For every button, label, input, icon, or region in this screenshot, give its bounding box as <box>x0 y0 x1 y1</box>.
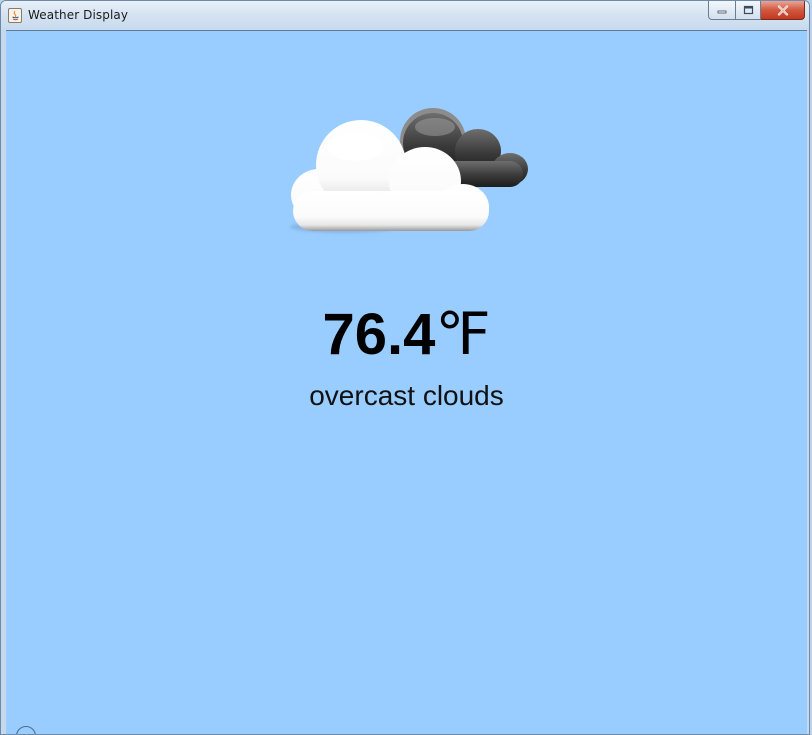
close-button[interactable] <box>761 1 805 20</box>
app-window: Weather Display 76.4℉ overcast clouds <box>0 0 810 735</box>
minimize-button[interactable] <box>708 1 735 20</box>
window-title: Weather Display <box>28 8 129 22</box>
maximize-icon <box>743 5 753 15</box>
temperature-unit: ℉ <box>435 302 491 367</box>
weather-description: overcast clouds <box>309 380 504 411</box>
corner-circle-icon <box>16 726 36 734</box>
maximize-button[interactable] <box>735 1 761 20</box>
window-controls <box>708 1 805 21</box>
title-bar[interactable]: Weather Display <box>1 1 809 30</box>
temperature-readout: 76.4℉ <box>6 306 807 364</box>
java-app-icon[interactable] <box>8 8 22 23</box>
overcast-clouds-icon <box>290 108 528 233</box>
minimize-icon <box>717 10 727 14</box>
temperature-value: 76.4 <box>322 302 436 367</box>
weather-panel: 76.4℉ overcast clouds <box>6 30 807 734</box>
close-icon <box>777 4 788 16</box>
